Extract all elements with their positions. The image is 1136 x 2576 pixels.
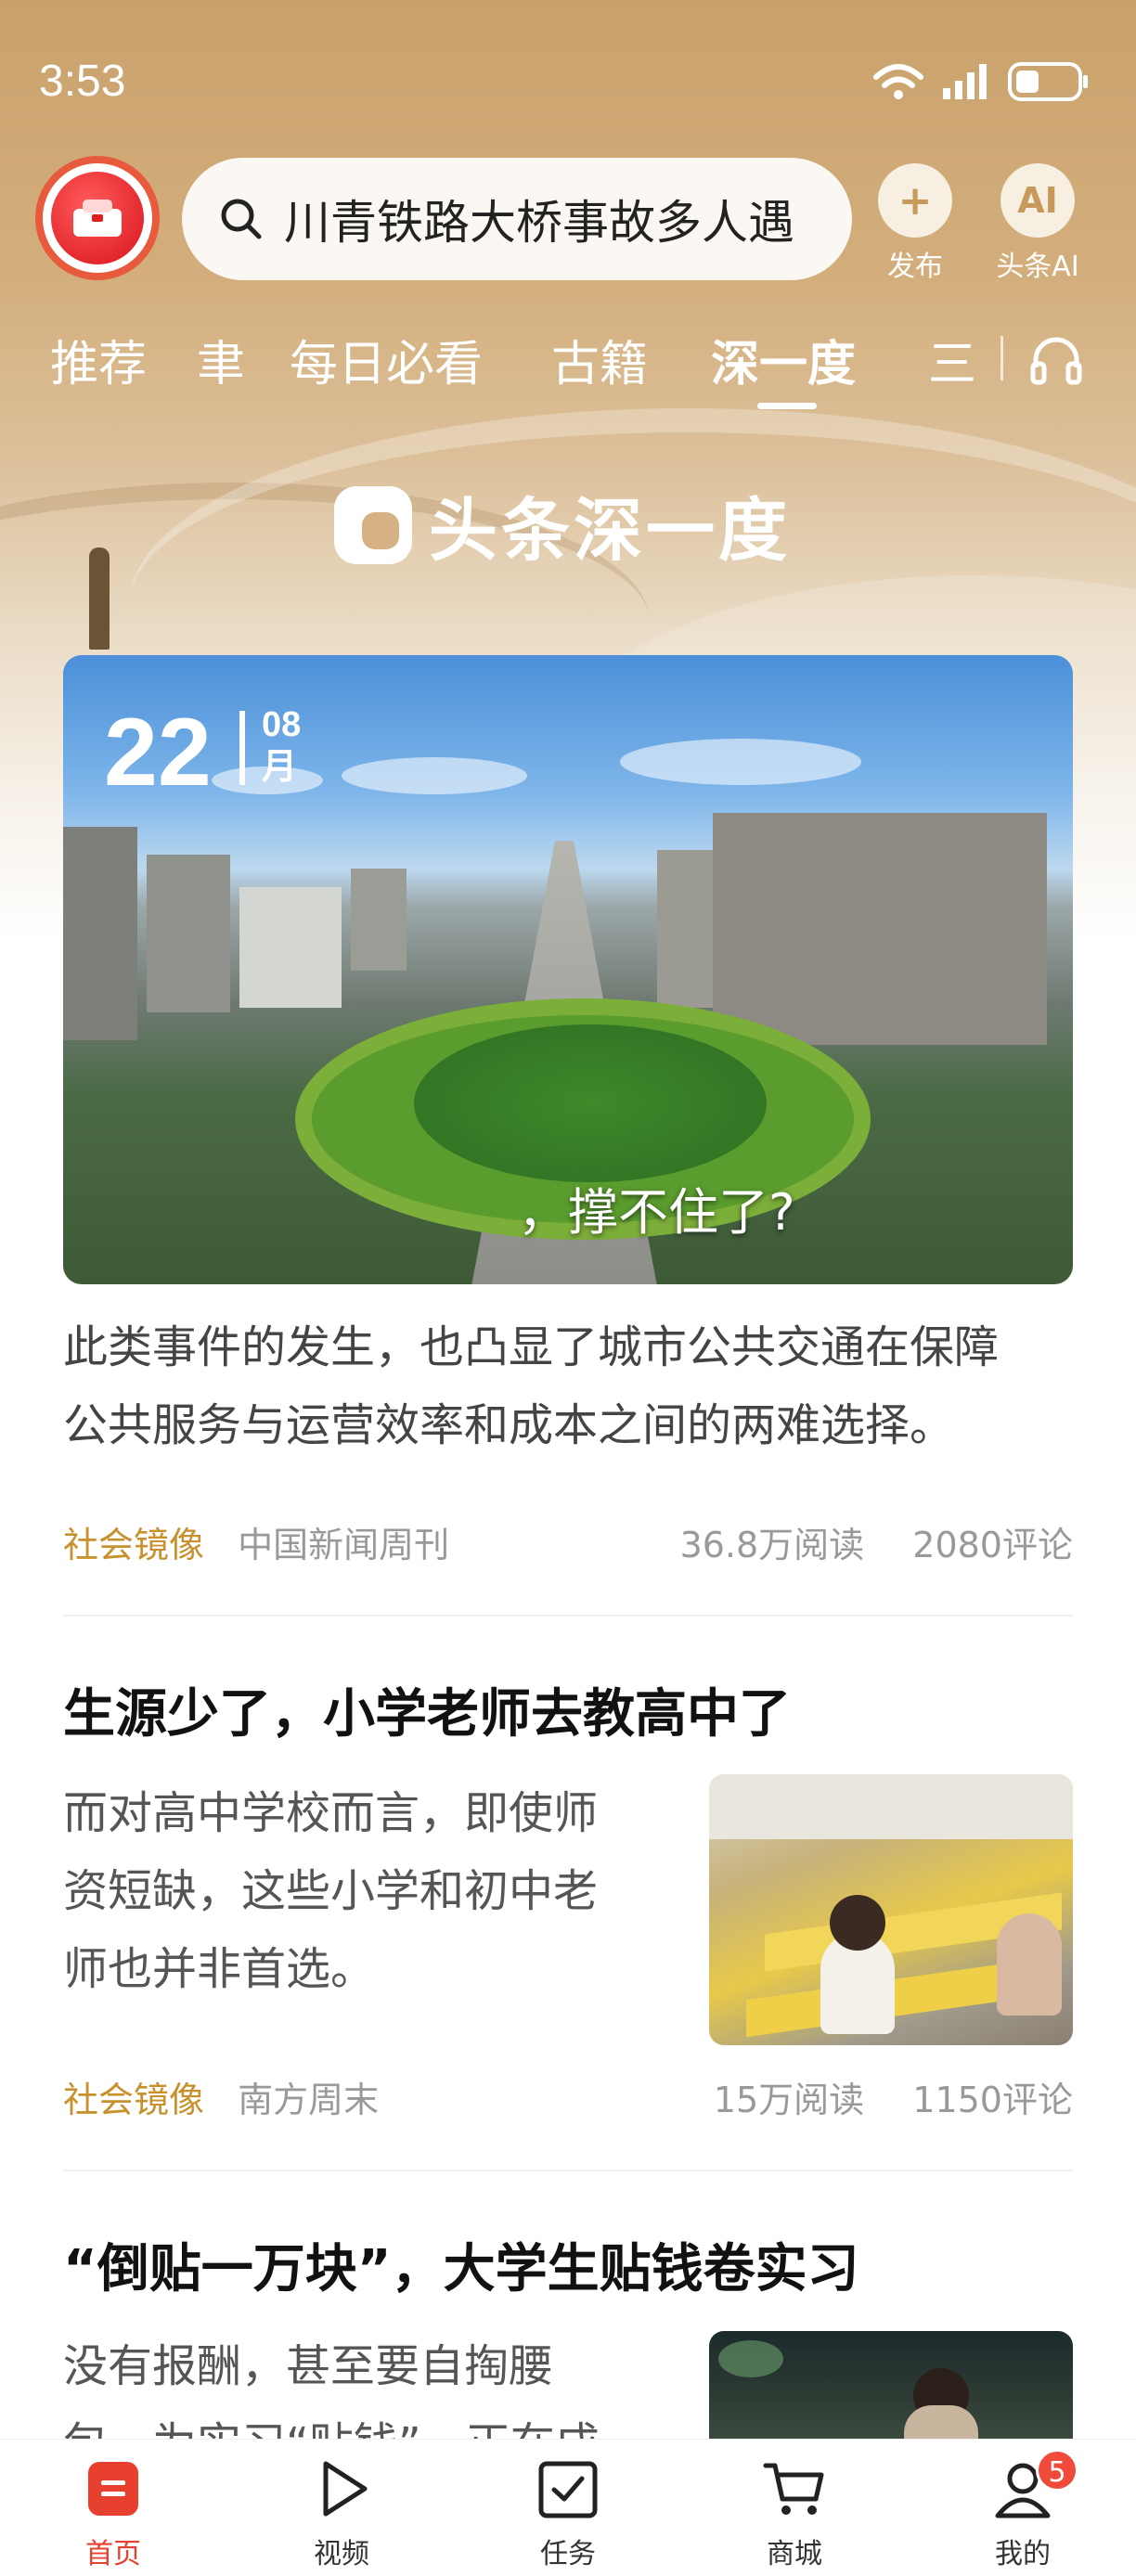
notification-badge: 5 [1036,2449,1078,2492]
nav-home[interactable]: 首页 [48,2456,178,2571]
article-summary[interactable]: 而对高中学校而言，即使师 资短缺，这些小学和初中老 师也并非首选。 [63,1774,657,2008]
status-time: 3:53 [39,57,126,106]
nav-video[interactable]: 视频 [277,2456,407,2571]
deep-dive-title: 头条深一度 [429,491,791,571]
article-title[interactable]: “倒贴一万块”，大学生贴钱卷实习 [63,2227,859,2302]
article-meta: 社会镜像 南方周末 15万阅读 1150评论 [63,2071,1073,2127]
date-month: 08 月 [262,703,301,789]
tab-ancient-books[interactable]: 古籍 [551,325,648,394]
article-summary-line: 资短缺，这些小学和初中老 [63,1865,599,1917]
divider [63,2170,1073,2171]
tab-partial[interactable]: 聿 [197,325,245,394]
battery-icon [1008,62,1088,101]
read-count: 36.8万阅读 [679,1525,865,1565]
source-name[interactable]: 南方周末 [238,2080,379,2120]
tab-deep-dive[interactable]: 深一度 [711,325,856,394]
feature-summary-line: 公共服务与运营效率和成本之间的两难选择。 [63,1399,955,1451]
feature-caption: ，撑不住了? [518,1183,795,1242]
date-day: 22 [104,699,212,806]
article-summary-line: 包，为实习“贴钱”，正在成 [63,2405,657,2439]
top-header: 川青铁路大桥事故多人遇 + 发布 AI 头条AI [0,156,1136,286]
checkbox-icon [538,2461,598,2518]
category-tag[interactable]: 社会镜像 [63,1525,204,1565]
date-month-char: 月 [262,748,298,787]
date-divider [239,711,245,785]
nav-mall[interactable]: 商城 [729,2456,859,2571]
article-title[interactable]: 生源少了，小学老师去教高中了 [63,1672,791,1747]
feature-meta: 社会镜像 中国新闻周刊 36.8万阅读 2080评论 [63,1516,1073,1572]
app-logo-icon[interactable] [35,156,160,280]
nav-mall-label: 商城 [767,2538,822,2570]
deep-dive-banner: 头条深一度 [334,475,791,574]
source-name[interactable]: 中国新闻周刊 [238,1525,449,1565]
nav-profile[interactable]: 5 我的 [958,2449,1088,2571]
tab-menu[interactable]: 三 [928,325,976,394]
publish-button[interactable]: + 发布 [869,163,962,284]
comment-count: 2080评论 [912,1525,1073,1565]
wifi-icon [873,64,923,99]
nav-home-label: 首页 [85,2538,141,2570]
home-icon [88,2462,138,2516]
feature-card-image[interactable]: 22 08 月 ，撑不住了? [63,655,1073,1284]
nav-tasks-label: 任务 [540,2538,596,2570]
category-tabs: 推荐 聿 每日必看 古籍 深一度 三 [0,316,1136,418]
category-tag[interactable]: 社会镜像 [63,2080,204,2120]
toutiao-ai-label: 头条AI [996,251,1079,283]
nav-tasks[interactable]: 任务 [503,2456,633,2571]
tab-daily-must-see[interactable]: 每日必看 [290,325,483,394]
article-summary-line: 没有报酬，甚至要自掏腰 [63,2340,554,2392]
tab-recommend[interactable]: 推荐 [50,325,147,394]
bottom-navigation: 首页 视频 任务 商城 5 我的 [0,2439,1136,2576]
divider [63,1615,1073,1616]
read-count: 15万阅读 [713,2080,865,2120]
status-bar: 3:53 [0,0,1136,167]
cart-icon [763,2463,824,2515]
plus-icon: + [878,163,952,238]
article-summary-line: 而对高中学校而言，即使师 [63,1787,599,1839]
ai-icon: AI [1000,163,1075,238]
tab-separator [1000,336,1003,380]
search-icon [221,199,262,239]
search-query-text: 川青铁路大桥事故多人遇 [284,196,794,250]
toutiao-ai-button[interactable]: AI 头条AI [991,163,1084,284]
active-tab-indicator [757,403,817,409]
headphones-icon[interactable] [1028,332,1084,388]
feature-summary-line: 此类事件的发生，也凸显了城市公共交通在保障 [63,1321,1000,1373]
deep-dive-logo-icon [334,485,412,564]
signal-icon [943,64,987,99]
feature-summary[interactable]: 此类事件的发生，也凸显了城市公共交通在保障 公共服务与运营效率和成本之间的两难选… [63,1308,1084,1464]
date-month-number: 08 [262,705,302,744]
article-thumbnail[interactable] [709,1774,1073,2045]
nav-video-label: 视频 [314,2538,369,2570]
play-icon [323,2461,368,2517]
search-input[interactable]: 川青铁路大桥事故多人遇 [182,158,852,280]
nav-profile-label: 我的 [995,2538,1051,2570]
article-summary-line: 师也并非首选。 [63,1943,376,1995]
publish-label: 发布 [887,251,943,283]
decorative-figure [89,547,110,650]
status-icons [872,61,1090,102]
article-summary[interactable]: 没有报酬，甚至要自掏腰 包，为实习“贴钱”，正在成 [63,2327,657,2439]
article-thumbnail[interactable] [709,2331,1073,2439]
comment-count: 1150评论 [912,2080,1073,2120]
